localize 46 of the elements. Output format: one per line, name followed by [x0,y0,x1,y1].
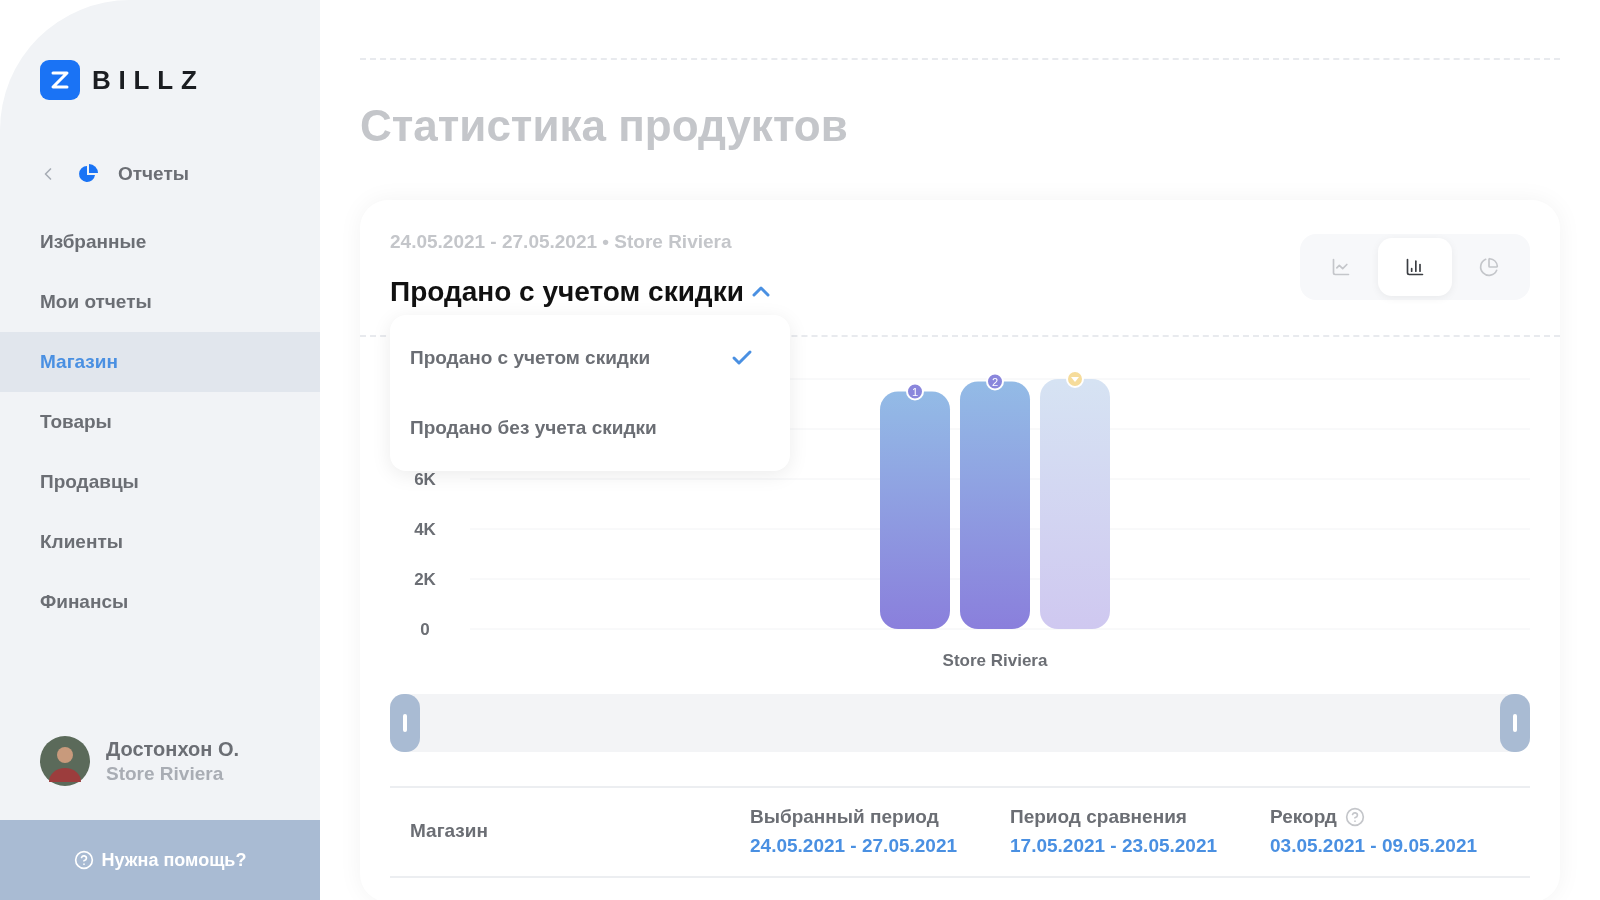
series-label: 2 [991,375,999,387]
sidebar-item[interactable]: Клиенты [0,512,320,572]
logo-icon [40,60,80,100]
help-icon [73,850,94,870]
avatar [40,736,90,786]
y-axis-label: 6K [414,469,436,489]
sidebar-item[interactable]: Магазин [0,332,320,392]
user-name: Достонхон О. [106,736,239,762]
dropdown-option[interactable]: Продано без учета скидки [410,413,657,443]
chevron-up-icon [751,286,770,297]
line-chart-icon [1331,257,1351,277]
section-title: Отчеты [118,161,189,186]
series-label: 1 [911,385,919,397]
x-axis-label: Store Riviera [942,650,1048,670]
column-header: Период сравнения [1010,805,1187,829]
sidebar-item[interactable]: Продавцы [0,452,320,512]
slider-handle[interactable] [390,693,420,752]
sidebar-item[interactable]: Мои отчеты [0,272,320,332]
column-header: Рекорд [1270,805,1337,829]
dropdown-option[interactable]: Продано с учетом скидки [410,343,651,373]
logo-text: BILLZ [92,63,205,97]
pie-chart-icon [1479,257,1499,277]
y-axis-label: 4K [414,519,436,539]
rank-badge: 2 [986,372,1004,390]
slider-range[interactable] [390,693,1530,752]
column-header: Выбранный период [750,805,939,829]
slider-handle[interactable] [1500,693,1530,752]
report-subtitle: 24.05.2021 - 27.05.2021 • Store Riviera [390,230,733,254]
column-header: Магазин [410,819,488,844]
y-axis-label: 0 [420,619,430,639]
y-axis-label: 2K [414,569,436,589]
gem-icon [1066,369,1084,388]
bar-chart-icon [1405,257,1425,277]
sidebar-item[interactable]: Избранные [0,212,320,272]
sidebar-item[interactable]: Финансы [0,572,320,632]
pie-chart-icon [78,164,98,184]
period-value: 17.05.2021 - 23.05.2021 [1010,833,1219,858]
chart-type-tab[interactable] [1378,238,1452,296]
period-value: 03.05.2021 - 09.05.2021 [1270,833,1479,858]
user-store: Store Riviera [106,761,225,786]
period-value: 24.05.2021 - 27.05.2021 [750,833,959,858]
help-icon[interactable] [1344,807,1365,828]
page-title: Статистика продуктов [360,104,849,148]
rank-badge: 1 [906,382,924,400]
sidebar-item[interactable]: Товары [0,392,320,452]
metric-dropdown[interactable]: Продано с учетом скидки [390,270,770,313]
